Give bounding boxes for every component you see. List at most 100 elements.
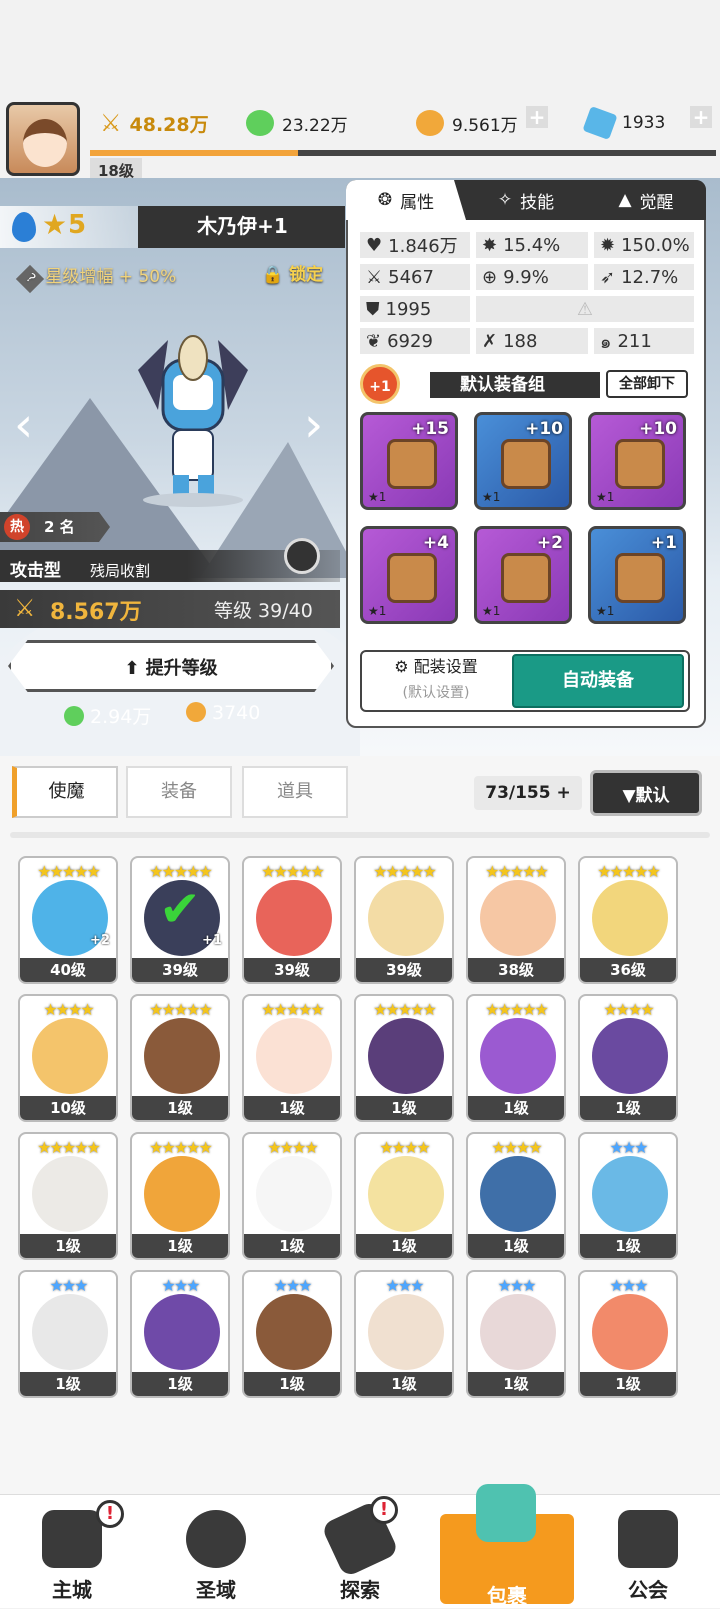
- crit-damage-icon: ✹: [600, 234, 616, 256]
- familiar-card[interactable]: ★★★★★ ✔ +1 39级: [130, 856, 230, 984]
- equipment-set-badge[interactable]: +1: [360, 364, 400, 404]
- auto-equip-button[interactable]: 自动装备: [512, 654, 684, 708]
- green-orb-icon: [246, 110, 274, 136]
- familiar-stars: ★★★★★: [37, 862, 101, 881]
- familiar-card[interactable]: ★★★★★ +2 40级: [18, 856, 118, 984]
- familiar-level: 1级: [244, 1234, 340, 1258]
- familiar-stars: ★★★: [609, 1138, 648, 1157]
- familiar-card[interactable]: ★★★★★ 39级: [354, 856, 454, 984]
- checkmark-icon: ✔: [159, 880, 201, 938]
- nav-main-city[interactable]: ! 主城: [0, 1494, 144, 1608]
- familiar-portrait: [144, 1294, 220, 1370]
- equipment-slot[interactable]: +2 ★1: [474, 526, 572, 624]
- familiar-card[interactable]: ★★★ 1级: [578, 1270, 678, 1398]
- equipment-slot[interactable]: +4 ★1: [360, 526, 458, 624]
- familiar-card[interactable]: ★★★★★ 36级: [578, 856, 678, 984]
- familiar-card[interactable]: ★★★★★ 38级: [466, 856, 566, 984]
- equipment-item-icon: [501, 439, 551, 489]
- equipment-set-title[interactable]: 默认装备组: [430, 372, 600, 398]
- familiar-card[interactable]: ★★★ 1级: [18, 1270, 118, 1398]
- familiar-card[interactable]: ★★★ 1级: [466, 1270, 566, 1398]
- bag-icon: [476, 1484, 536, 1542]
- equipment-slot[interactable]: +15 ★1: [360, 412, 458, 510]
- previous-hero-arrow[interactable]: ‹: [14, 400, 34, 450]
- gold-coin-icon: [186, 702, 206, 722]
- tab-items[interactable]: 道具: [242, 766, 348, 818]
- equipment-level: +1: [650, 533, 677, 553]
- familiar-card[interactable]: ★★★★★ 1级: [242, 994, 342, 1122]
- familiar-level: 1级: [468, 1096, 564, 1120]
- familiar-portrait: [368, 1294, 444, 1370]
- familiar-card[interactable]: ★★★ 1级: [354, 1270, 454, 1398]
- familiar-stars: ★★★★: [379, 1138, 430, 1157]
- familiar-level: 1级: [244, 1096, 340, 1120]
- stat-accuracy: ⊕ 9.9%: [476, 264, 588, 290]
- familiar-card[interactable]: ★★★★★ 1级: [130, 1132, 230, 1260]
- nav-explore[interactable]: ! 探索: [288, 1494, 432, 1608]
- locked-stat-slot: ⚠: [476, 296, 694, 322]
- tab-skills[interactable]: ✧ 技能: [466, 180, 586, 220]
- add-gem-button[interactable]: +: [690, 106, 712, 128]
- familiar-card[interactable]: ★★★★ 10级: [18, 994, 118, 1122]
- familiar-card[interactable]: ★★★★ 1级: [354, 1132, 454, 1260]
- lock-button[interactable]: 🔒 锁定: [262, 260, 323, 285]
- unequip-all-button[interactable]: 全部卸下: [606, 370, 688, 398]
- familiar-level: 10级: [20, 1096, 116, 1120]
- equipment-slot[interactable]: +10 ★1: [474, 412, 572, 510]
- skill-icon: ✧: [497, 190, 513, 210]
- familiar-card[interactable]: ★★★ 1级: [578, 1132, 678, 1260]
- panel-tabs: ❂ 属性 ✧ 技能 ▲ 觉醒: [346, 180, 706, 220]
- familiar-level: 39级: [244, 958, 340, 982]
- upgrade-cost-green: 2.94万: [64, 702, 151, 729]
- add-gold-button[interactable]: +: [526, 106, 548, 128]
- tab-awaken[interactable]: ▲ 觉醒: [586, 180, 706, 220]
- loadout-settings-button[interactable]: ⚙ 配装设置: [366, 654, 506, 680]
- familiar-card[interactable]: ★★★★ 1级: [242, 1132, 342, 1260]
- nav-guild[interactable]: 公会: [576, 1494, 720, 1608]
- familiar-level: 39级: [356, 958, 452, 982]
- tab-equipment[interactable]: 装备: [126, 766, 232, 818]
- gear-icon: ⚙: [394, 657, 409, 676]
- stat-defense: ⛊ 1995: [360, 296, 470, 322]
- recycle-icon[interactable]: [284, 538, 320, 574]
- familiar-portrait: [480, 880, 556, 956]
- familiar-plus: +1: [202, 933, 222, 948]
- familiar-card[interactable]: ★★★★ 1级: [578, 994, 678, 1122]
- familiar-level: 36级: [580, 958, 676, 982]
- stat-hp: ♥ 1.846万: [360, 232, 470, 258]
- familiar-stars: ★★★★★: [373, 1000, 437, 1019]
- equipment-item-icon: [615, 439, 665, 489]
- familiar-card[interactable]: ★★★★★ 1级: [466, 994, 566, 1122]
- crit-icon: ✸: [482, 234, 498, 256]
- attribute-icon: ❂: [377, 190, 393, 210]
- stat-crit-damage: ✹ 150.0%: [594, 232, 694, 258]
- familiar-plus: +2: [90, 933, 110, 948]
- familiar-level: 39级: [132, 958, 228, 982]
- familiar-card[interactable]: ★★★★★ 1级: [18, 1132, 118, 1260]
- speed-icon: ➶: [600, 266, 616, 288]
- tab-familiars[interactable]: 使魔: [12, 766, 118, 818]
- nav-bag[interactable]: 包裹: [440, 1484, 574, 1608]
- tab-attributes[interactable]: ❂ 属性: [346, 180, 466, 220]
- target-icon: ⊕: [482, 266, 498, 288]
- next-hero-arrow[interactable]: ›: [304, 400, 324, 450]
- familiar-card[interactable]: ★★★★★ 1级: [354, 994, 454, 1122]
- familiar-card[interactable]: ★★★ 1级: [130, 1270, 230, 1398]
- star-bonus[interactable]: ? 星级增幅 + 50%: [15, 262, 176, 294]
- familiar-card[interactable]: ★★★★★ 39级: [242, 856, 342, 984]
- inventory-capacity[interactable]: 73/155 +: [474, 776, 582, 810]
- nav-sanctuary[interactable]: 圣域: [144, 1494, 288, 1608]
- equipment-level: +15: [411, 419, 449, 439]
- equipment-slot[interactable]: +10 ★1: [588, 412, 686, 510]
- familiar-card[interactable]: ★★★ 1级: [242, 1270, 342, 1398]
- gem-currency: 1933: [582, 105, 665, 141]
- equipment-slot[interactable]: +1 ★1: [588, 526, 686, 624]
- sort-dropdown[interactable]: ▼默认: [590, 770, 702, 816]
- equipment-stars: ★1: [368, 604, 387, 618]
- familiar-card[interactable]: ★★★★ 1级: [466, 1132, 566, 1260]
- familiar-level: 38级: [468, 958, 564, 982]
- familiar-stars: ★★★: [385, 1276, 424, 1295]
- familiar-card[interactable]: ★★★★★ 1级: [130, 994, 230, 1122]
- player-avatar[interactable]: [6, 102, 80, 176]
- familiar-portrait: [256, 1294, 332, 1370]
